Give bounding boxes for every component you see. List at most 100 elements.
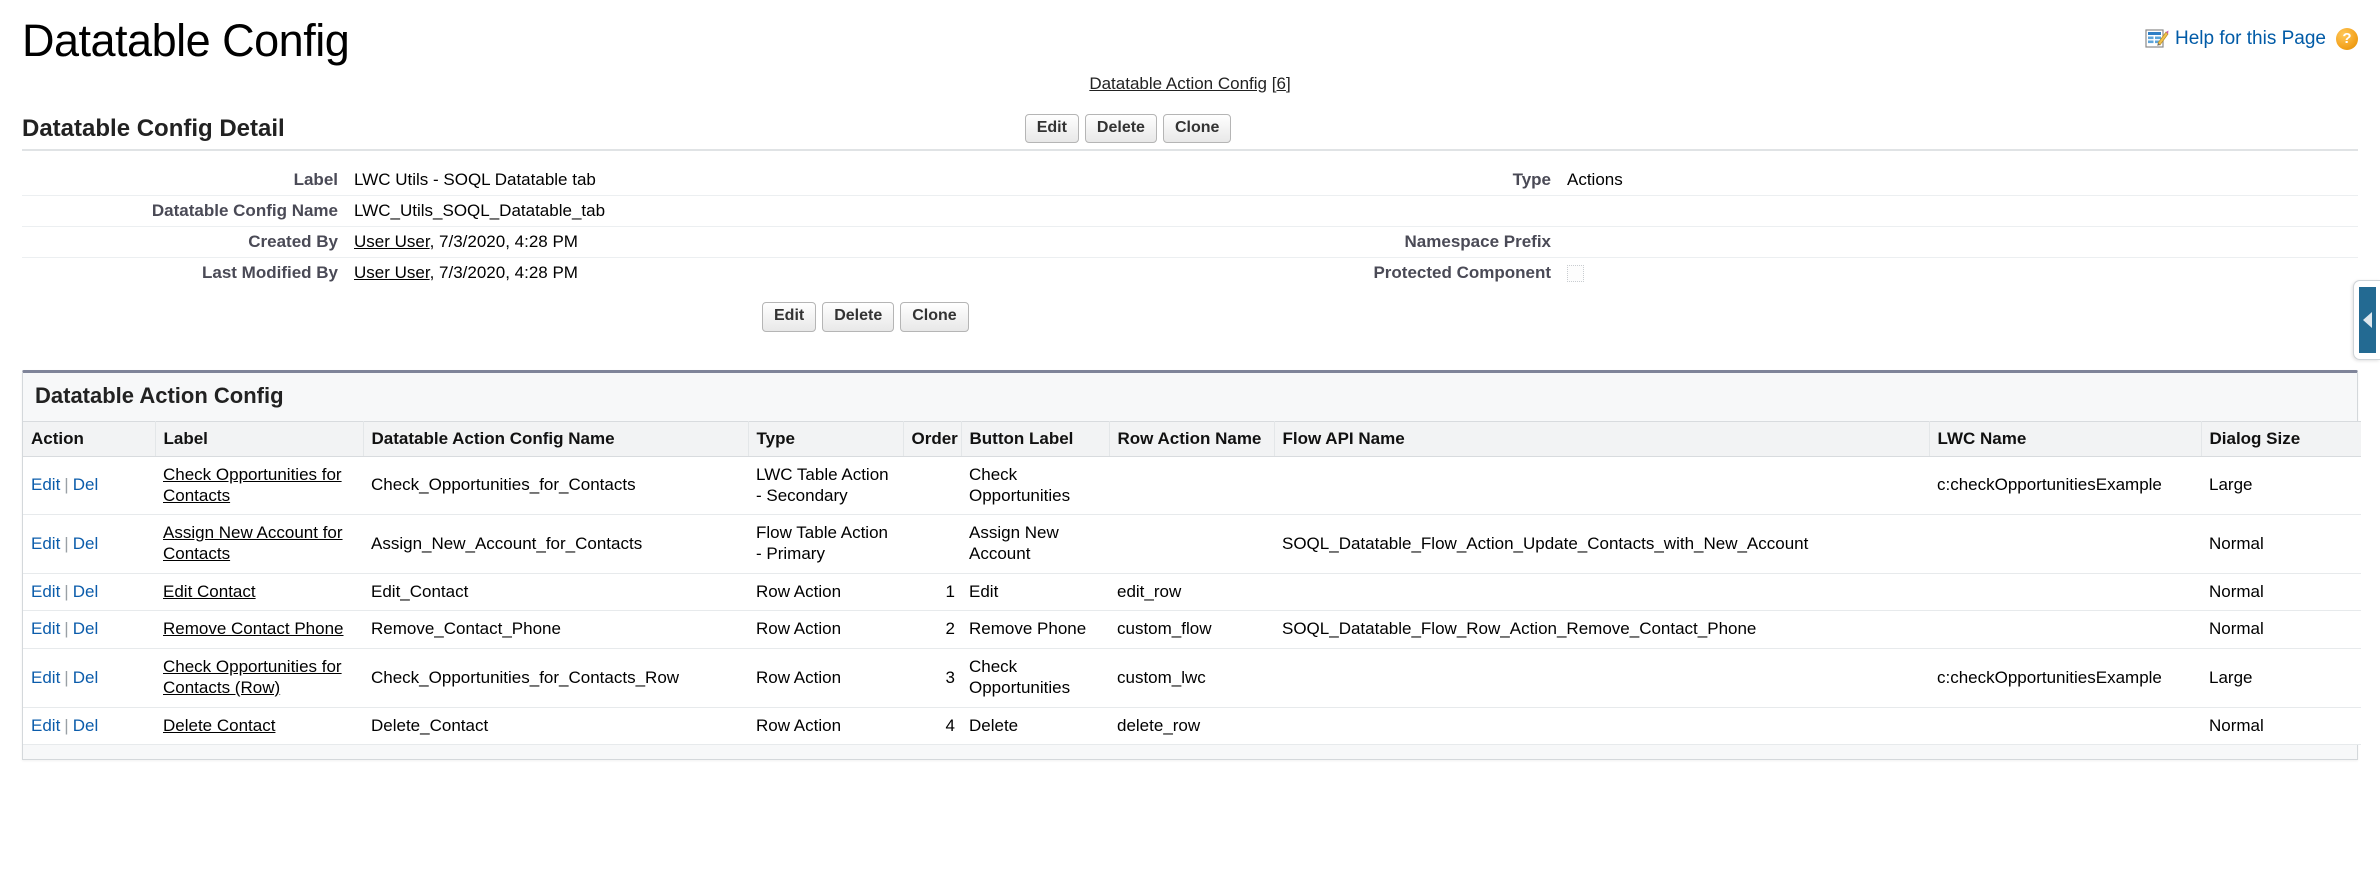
delete-button-bottom[interactable]: Delete	[822, 302, 895, 332]
delete-button-top[interactable]: Delete	[1084, 114, 1157, 144]
row-config-name-cell: Edit_Contact	[363, 573, 748, 612]
related-list-footer	[23, 745, 2357, 760]
detail-spacer-right-2	[1565, 196, 2358, 228]
related-list-body: Edit | Del Check Opportunities for Contacts…	[23, 456, 2361, 746]
row-button-label-cell: Check Opportunities	[961, 456, 1109, 516]
row-config-name-cell: Assign_New_Account_for_Contacts	[363, 514, 748, 574]
row-lwc-name-cell	[1929, 707, 2201, 746]
row-label-link[interactable]: Remove Contact Phone	[163, 619, 344, 638]
row-label-link[interactable]: Edit Contact	[163, 582, 256, 601]
column-header-lwc-name[interactable]: LWC Name	[1929, 420, 2202, 457]
column-header-label[interactable]: Label	[155, 420, 364, 457]
row-label-link[interactable]: Check Opportunities for Contacts (Row)	[163, 657, 342, 697]
clone-button-top[interactable]: Clone	[1162, 114, 1232, 144]
column-header-action[interactable]: Action	[23, 420, 156, 457]
edit-button-top[interactable]: Edit	[1024, 114, 1079, 144]
column-header-type[interactable]: Type	[748, 420, 904, 457]
column-header-dialog-size[interactable]: Dialog Size	[2201, 420, 2361, 457]
field-created-by-value: User User, 7/3/2020, 4:28 PM	[352, 227, 1145, 259]
collapse-sidebar-tab[interactable]	[2353, 280, 2380, 360]
row-label-cell: Edit Contact	[155, 573, 363, 612]
table-row: Edit | Del Check Opportunities for Contacts…	[23, 456, 2361, 516]
table-row: Edit | Del Check Opportunities for Contacts…	[23, 648, 2361, 708]
row-del-link[interactable]: Del	[73, 668, 99, 687]
row-label-cell: Check Opportunities for Contacts	[155, 456, 363, 516]
clone-button-bottom[interactable]: Clone	[900, 302, 969, 332]
page-title: Datatable Config	[22, 15, 350, 66]
table-header-row: Action Label Datatable Action Config Nam…	[23, 420, 2361, 457]
column-header-row-action-name[interactable]: Row Action Name	[1109, 420, 1275, 457]
related-list-title: Datatable Action Config	[35, 382, 284, 408]
row-edit-link[interactable]: Edit	[31, 582, 60, 601]
row-action-separator: |	[64, 533, 69, 553]
row-edit-link[interactable]: Edit	[31, 475, 60, 494]
row-flow-api-name-cell: SOQL_Datatable_Flow_Row_Action_Remove_Co…	[1274, 610, 1929, 650]
row-action-separator: |	[64, 715, 69, 735]
row-config-name-cell: Remove_Contact_Phone	[363, 610, 748, 650]
row-edit-link[interactable]: Edit	[31, 534, 60, 553]
row-flow-api-name-cell	[1274, 707, 1929, 746]
row-del-link[interactable]: Del	[73, 582, 99, 601]
field-last-modified-by-label: Last Modified By	[201, 263, 338, 283]
row-label-link[interactable]: Delete Contact	[163, 716, 275, 735]
created-by-timestamp: , 7/3/2020, 4:28 PM	[429, 232, 578, 252]
anchor-count-value[interactable]: 6	[1276, 74, 1285, 93]
datatable-action-config-related-list: Datatable Action Config Action Label Dat…	[22, 369, 2361, 761]
row-label-cell: Delete Contact	[155, 707, 363, 746]
table-row: Edit | Del Remove Contact Phone Remove_Conta…	[23, 610, 2361, 650]
detail-top-button-row: Edit Delete Clone	[1024, 114, 1232, 144]
row-dialog-size-cell: Normal	[2201, 610, 2361, 650]
row-config-name-cell: Check_Opportunities_for_Contacts_Row	[363, 648, 748, 708]
protected-component-checkbox	[1567, 265, 1584, 283]
row-action-separator: |	[64, 667, 69, 687]
row-type-cell: Flow Table Action - Primary	[748, 514, 903, 574]
help-for-this-page-link[interactable]: Help for this Page	[2175, 28, 2326, 50]
row-action-separator: |	[64, 475, 69, 495]
field-namespace-prefix-label: Namespace Prefix	[1145, 227, 1565, 259]
edit-button-bottom[interactable]: Edit	[762, 302, 817, 332]
row-lwc-name-cell	[1929, 610, 2201, 650]
row-edit-link[interactable]: Edit	[31, 668, 60, 687]
row-edit-link[interactable]: Edit	[31, 619, 60, 638]
column-header-order[interactable]: Order	[903, 420, 962, 457]
last-modified-by-user-link[interactable]: User User	[354, 263, 430, 282]
row-flow-api-name-cell	[1274, 648, 1929, 708]
table-row: Edit | Del Delete Contact Delete_Contact Row …	[23, 707, 2361, 746]
detail-bottom-button-row: Edit Delete Clone	[762, 302, 2358, 332]
row-row-action-name-cell	[1109, 514, 1274, 574]
field-protected-component-value	[1565, 258, 2358, 288]
detail-section-bar: Datatable Config Detail Edit Delete Clon…	[22, 114, 2358, 152]
row-button-label-cell: Check Opportunities	[961, 648, 1109, 708]
anchor-count-close: ]	[1285, 74, 1291, 93]
field-created-by-label: Created By	[22, 227, 352, 259]
anchor-datatable-action-config[interactable]: Datatable Action Config	[1089, 74, 1267, 93]
row-del-link[interactable]: Del	[73, 534, 99, 553]
row-row-action-name-cell: custom_lwc	[1109, 648, 1274, 708]
row-label-link[interactable]: Check Opportunities for Contacts	[163, 465, 342, 505]
table-row: Edit | Del Edit Contact Edit_Contact Row Acti…	[23, 573, 2361, 612]
help-for-this-page[interactable]: Help for this Page ?	[2145, 28, 2358, 50]
help-question-icon[interactable]: ?	[2336, 28, 2358, 50]
row-button-label-cell: Delete	[961, 707, 1109, 746]
column-header-button-label[interactable]: Button Label	[961, 420, 1110, 457]
row-lwc-name-cell: c:checkOpportunitiesExample	[1929, 648, 2201, 708]
row-del-link[interactable]: Del	[73, 716, 99, 735]
row-label-cell: Assign New Account for Contacts	[155, 514, 363, 574]
triangle-left-icon	[2362, 312, 2372, 328]
row-dialog-size-cell: Large	[2201, 456, 2361, 516]
datatable-config-detail: Datatable Config Detail Edit Delete Clon…	[22, 114, 2358, 332]
row-del-link[interactable]: Del	[73, 619, 99, 638]
row-order-cell: 3	[903, 648, 961, 708]
field-label-label: Label	[22, 165, 352, 197]
row-label-cell: Check Opportunities for Contacts (Row)	[155, 648, 363, 708]
row-config-name-cell: Check_Opportunities_for_Contacts	[363, 456, 748, 516]
row-flow-api-name-cell: SOQL_Datatable_Flow_Action_Update_Contac…	[1274, 514, 1929, 574]
row-label-link[interactable]: Assign New Account for Contacts	[163, 523, 343, 563]
column-header-config-name[interactable]: Datatable Action Config Name	[363, 420, 749, 457]
row-del-link[interactable]: Del	[73, 475, 99, 494]
row-edit-link[interactable]: Edit	[31, 716, 60, 735]
row-action-separator: |	[64, 619, 69, 639]
row-action-cell: Edit | Del	[23, 707, 155, 746]
column-header-flow-api-name[interactable]: Flow API Name	[1274, 420, 1930, 457]
created-by-user-link[interactable]: User User	[354, 232, 430, 251]
